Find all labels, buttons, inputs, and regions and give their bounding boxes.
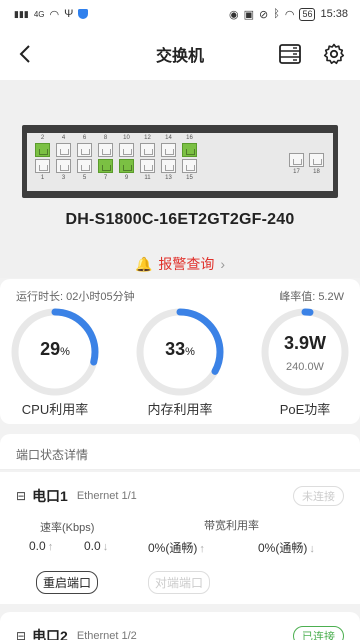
port-number: 8 [103, 135, 108, 141]
bandwidth-down: 0%(通畅) ↓ [258, 541, 315, 555]
poe-total: 240.0W [286, 361, 324, 373]
wifi-icon: ◠ [49, 8, 60, 21]
poe-value: 3.9W [283, 333, 326, 353]
usb-icon: Ψ [64, 8, 74, 20]
switch-front-panel: 2 4 6 8 10 12 14 16 1 3 5 7 9 11 13 15 17 18 [22, 125, 338, 198]
port-number: 10 [123, 135, 130, 141]
memory-gauge: 33% [135, 307, 225, 397]
uptime-text: 运行时长: 02小时05分钟 [16, 291, 135, 303]
port-status-header: 端口状态详情 [0, 434, 360, 470]
ethernet-port-icon: ⊟ [16, 629, 27, 640]
status-badge: 已连接 [293, 626, 344, 640]
bandwidth-up: 0%(通畅) ↑ [148, 541, 205, 555]
memory-value: 33% [165, 339, 195, 359]
peer-port-button[interactable]: 对端端口 [148, 571, 211, 594]
switch-port-16 [182, 143, 197, 157]
alarm-query-label: 报警查询 [158, 256, 215, 272]
cpu-gauge: 29% [10, 307, 100, 397]
port-number: 6 [82, 135, 87, 141]
port-card-1[interactable]: ⊟ 电口1 Ethernet 1/1 未连接 速率(Kbps) 带宽利用率 0.… [0, 472, 360, 604]
mute-icon: ⊘ [259, 8, 269, 21]
switch-port-18 [309, 153, 324, 167]
port-number: 7 [103, 175, 108, 181]
switch-port-10 [119, 143, 134, 157]
app-header: 交换机 [0, 28, 360, 80]
rate-label: 速率(Kbps) [40, 522, 95, 534]
port-name: 电口2 [32, 628, 68, 640]
gear-icon[interactable] [322, 42, 346, 66]
port-desc: Ethernet 1/1 [76, 490, 137, 502]
switch-port-14 [161, 143, 176, 157]
port-card-2[interactable]: ⊟ 电口2 Ethernet 1/2 已连接 [0, 612, 360, 640]
port-number: 12 [144, 135, 151, 141]
status-badge: 未连接 [293, 486, 344, 506]
shield-icon [78, 9, 89, 19]
port-name: 电口1 [32, 488, 68, 504]
status-bar: ▮▮▮ 4G ◠ Ψ ◉ ▣ ⊘ ᛒ ◠ 56 15:38 [0, 0, 360, 28]
switch-port-8 [98, 143, 113, 157]
alarm-query-link[interactable]: 🔔 报警查询 › [0, 254, 360, 274]
port-number: 16 [186, 135, 193, 141]
switch-port-15 [182, 159, 197, 173]
switch-port-9 [119, 159, 134, 173]
switch-port-6 [77, 143, 92, 157]
switch-port-13 [161, 159, 176, 173]
wifi-status-icon: ◠ [284, 8, 295, 21]
device-list-icon[interactable] [278, 43, 302, 65]
switch-port-4 [56, 143, 71, 157]
peak-power-text: 峰率值: 5.2W [279, 291, 344, 303]
restart-port-button[interactable]: 重启端口 [36, 571, 99, 594]
port-panel: 2 4 6 8 10 12 14 16 1 3 5 7 9 11 13 15 17 18 [27, 133, 333, 191]
port-number: 1 [40, 175, 45, 181]
network-type: 4G [33, 9, 45, 19]
port-number: 9 [124, 175, 129, 181]
port-desc: Ethernet 1/2 [76, 630, 137, 640]
memory-label: 内存利用率 [147, 402, 213, 417]
rate-up: 0.0 ↑ [29, 539, 54, 553]
signal-icon: ▮▮▮ [14, 8, 29, 19]
switch-port-12 [140, 143, 155, 157]
bell-icon: 🔔 [134, 255, 153, 272]
nfc-icon: ▣ [243, 8, 255, 21]
switch-port-1 [35, 159, 50, 173]
switch-port-3 [56, 159, 71, 173]
cpu-value: 29% [40, 339, 70, 359]
back-arrow-icon[interactable] [14, 42, 38, 66]
switch-port-11 [140, 159, 155, 173]
ethernet-port-icon: ⊟ [16, 489, 27, 503]
battery-icon: 56 [299, 7, 316, 21]
switch-port-17 [289, 153, 304, 167]
eye-icon: ◉ [229, 8, 239, 21]
metrics-card: 运行时长: 02小时05分钟 峰率值: 5.2W 29% CPU利用率 33% … [0, 279, 360, 424]
port-number: 11 [144, 175, 151, 181]
port-number: 2 [40, 135, 45, 141]
port-number: 18 [313, 169, 320, 175]
switch-port-2 [35, 143, 50, 157]
device-model: DH-S1800C-16ET2GT2GF-240 [65, 211, 295, 228]
port-number: 17 [293, 169, 300, 175]
port-number: 15 [186, 175, 193, 181]
port-number: 13 [165, 175, 172, 181]
clock: 15:38 [320, 8, 348, 20]
switch-port-5 [77, 159, 92, 173]
device-panel: 2 4 6 8 10 12 14 16 1 3 5 7 9 11 13 15 17 18 DH-S1800C-16… [0, 80, 360, 278]
chevron-right-icon: › [220, 256, 226, 272]
port-number: 4 [61, 135, 66, 141]
port-number: 5 [82, 175, 87, 181]
port-number: 14 [165, 135, 172, 141]
bandwidth-label: 带宽利用率 [204, 520, 259, 532]
poe-gauge: 3.9W 240.0W [260, 307, 350, 397]
port-number: 3 [61, 175, 66, 181]
bluetooth-icon: ᛒ [273, 8, 280, 20]
poe-label: PoE功率 [279, 402, 331, 417]
cpu-label: CPU利用率 [21, 402, 89, 417]
rate-down: 0.0 ↓ [84, 539, 109, 553]
switch-port-7 [98, 159, 113, 173]
page-title: 交换机 [155, 48, 204, 65]
